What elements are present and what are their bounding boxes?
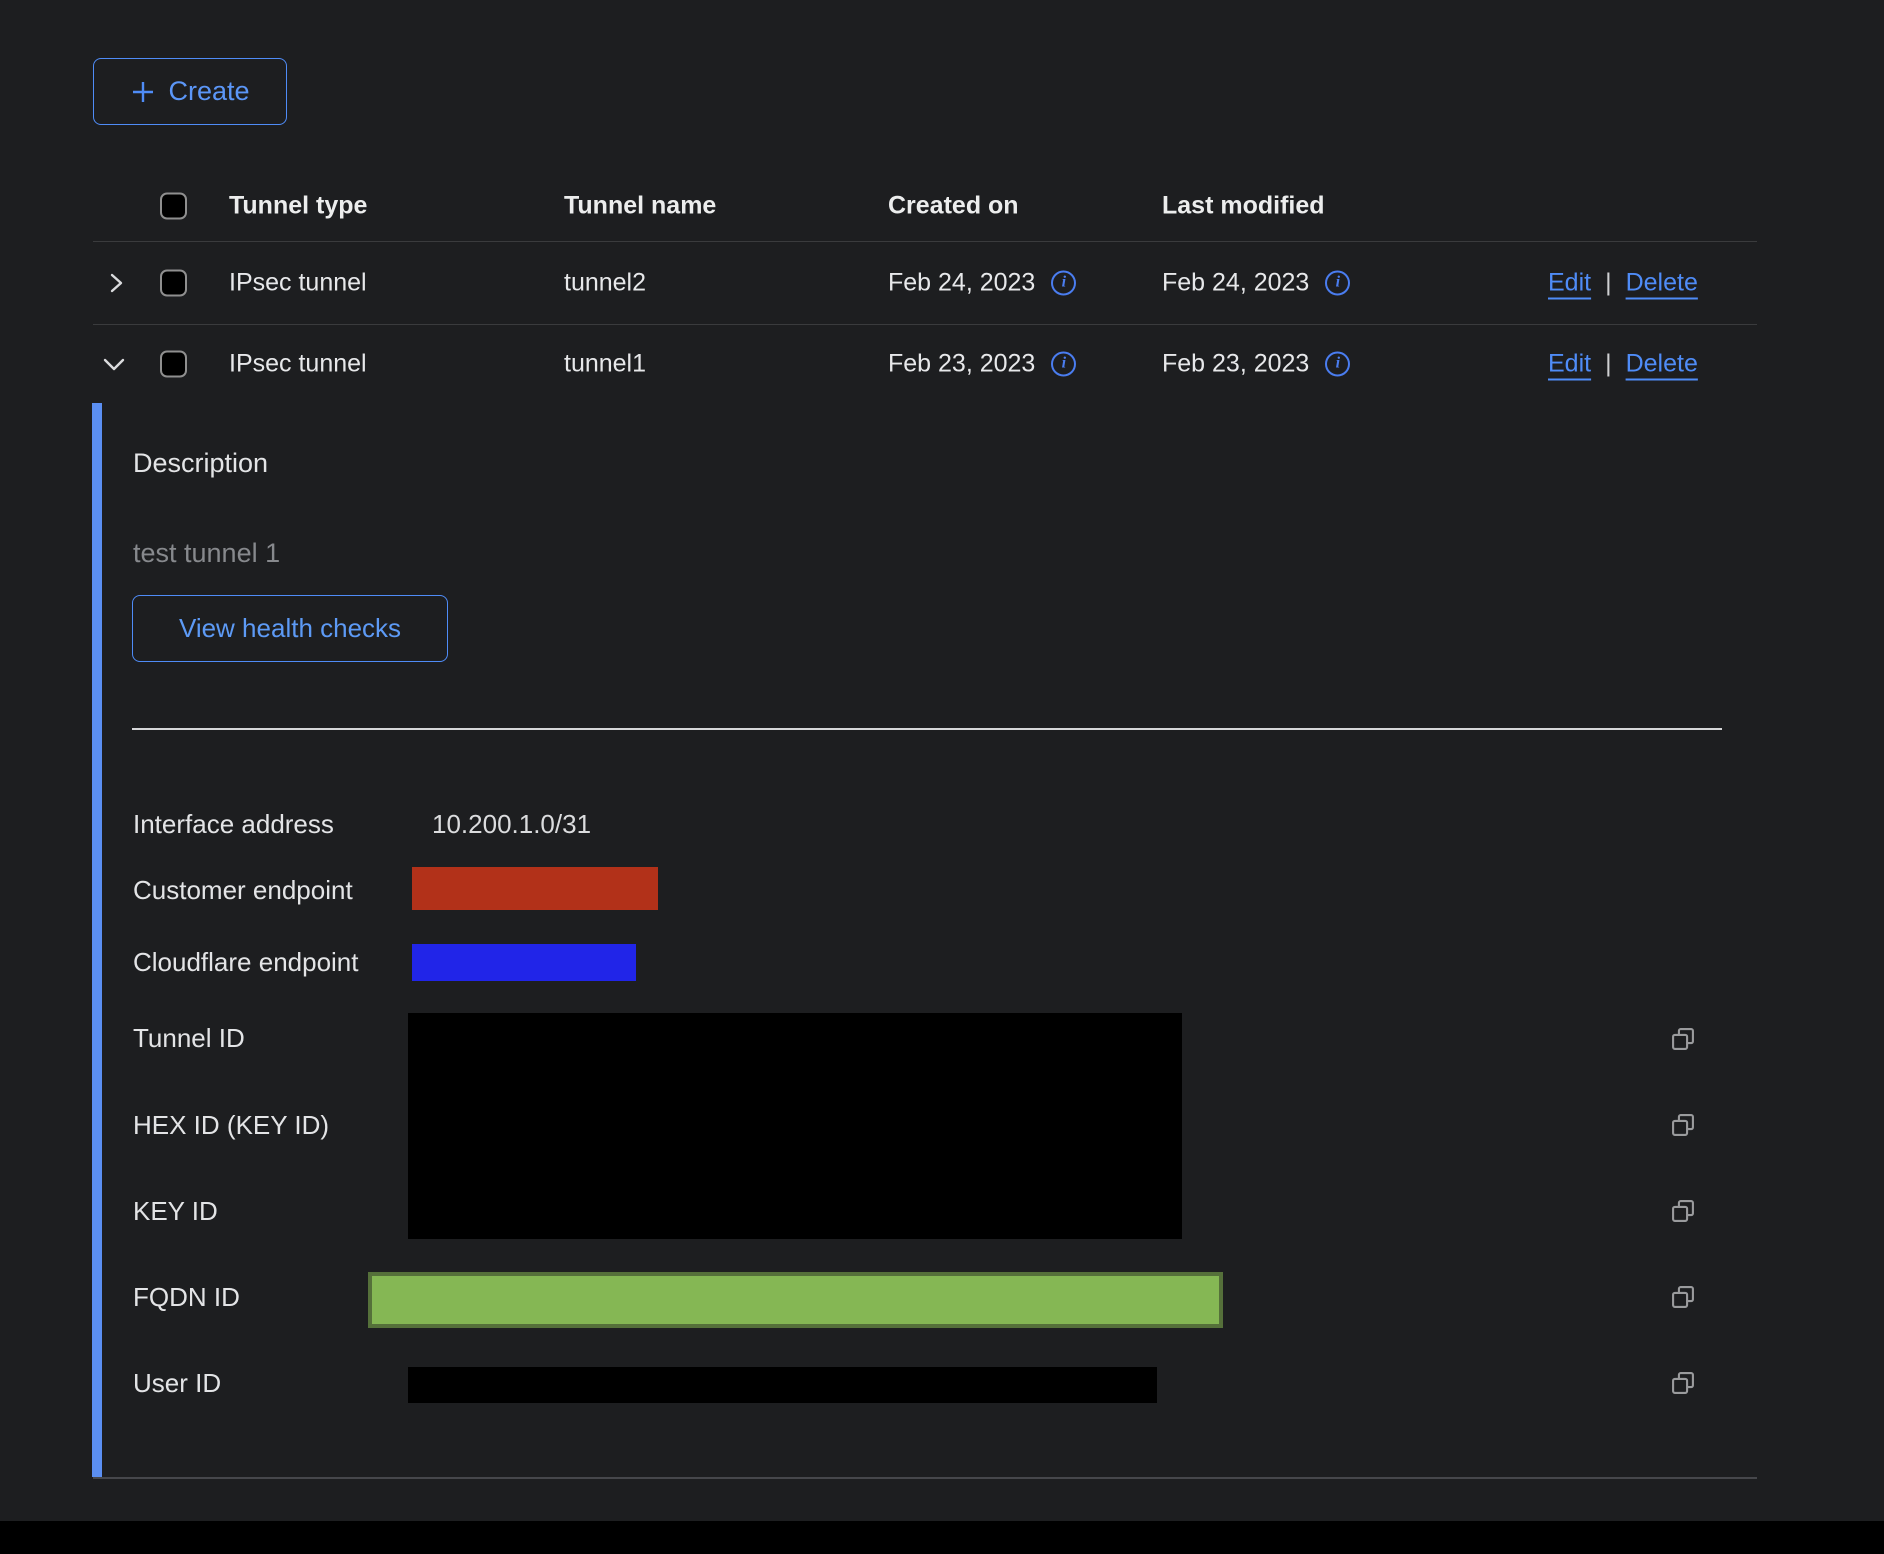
expanded-row-indicator-bar — [92, 403, 102, 1477]
copy-icon[interactable] — [1669, 1197, 1697, 1225]
column-header-tunnel-type: Tunnel type — [229, 191, 367, 220]
copy-icon[interactable] — [1669, 1111, 1697, 1139]
table-row: IPsec tunnel tunnel2 Feb 24, 2023 i Feb … — [0, 241, 1884, 324]
redacted-fqdn-id — [368, 1272, 1223, 1328]
field-label-interface-address: Interface address — [133, 808, 334, 840]
created-on-cell: Feb 23, 2023 i — [888, 349, 1076, 378]
field-label-tunnel-id: Tunnel ID — [133, 1022, 245, 1054]
last-modified-cell: Feb 24, 2023 i — [1162, 268, 1350, 297]
delete-link[interactable]: Delete — [1626, 268, 1698, 296]
tunnel-name-value: tunnel1 — [564, 349, 646, 378]
column-header-tunnel-name: Tunnel name — [564, 191, 716, 220]
row-actions: Edit | Delete — [1548, 268, 1698, 297]
actions-separator: | — [1605, 349, 1612, 377]
last-modified-value: Feb 23, 2023 — [1162, 349, 1309, 378]
create-button[interactable]: Create — [93, 58, 287, 125]
tunnel-name-value: tunnel2 — [564, 268, 646, 297]
info-icon[interactable]: i — [1325, 351, 1350, 376]
info-icon[interactable]: i — [1051, 270, 1076, 295]
field-label-user-id: User ID — [133, 1367, 221, 1399]
column-header-created-on: Created on — [888, 191, 1019, 220]
delete-link[interactable]: Delete — [1626, 349, 1698, 377]
redacted-tunnel-hex-key-ids — [408, 1013, 1182, 1239]
info-icon[interactable]: i — [1325, 270, 1350, 295]
copy-icon[interactable] — [1669, 1283, 1697, 1311]
expanded-section-bottom-divider — [93, 1477, 1757, 1479]
field-label-cloudflare-endpoint: Cloudflare endpoint — [133, 946, 359, 978]
field-label-hex-id: HEX ID (KEY ID) — [133, 1109, 329, 1141]
created-on-cell: Feb 24, 2023 i — [888, 268, 1076, 297]
field-label-fqdn-id: FQDN ID — [133, 1281, 240, 1313]
field-label-key-id: KEY ID — [133, 1195, 218, 1227]
row-actions: Edit | Delete — [1548, 349, 1698, 378]
column-header-last-modified: Last modified — [1162, 191, 1325, 220]
plus-icon — [130, 79, 156, 105]
created-on-value: Feb 23, 2023 — [888, 349, 1035, 378]
bottom-black-bar — [0, 1521, 1884, 1554]
table-header-row: Tunnel type Tunnel name Created on Last … — [0, 170, 1884, 241]
info-icon[interactable]: i — [1051, 351, 1076, 376]
tunnel-type-value: IPsec tunnel — [229, 349, 367, 378]
edit-link[interactable]: Edit — [1548, 268, 1591, 296]
created-on-value: Feb 24, 2023 — [888, 268, 1035, 297]
actions-separator: | — [1605, 268, 1612, 296]
description-label: Description — [133, 447, 268, 479]
copy-icon[interactable] — [1669, 1369, 1697, 1397]
row-checkbox[interactable] — [160, 350, 187, 377]
copy-icon[interactable] — [1669, 1025, 1697, 1053]
last-modified-value: Feb 24, 2023 — [1162, 268, 1309, 297]
field-label-customer-endpoint: Customer endpoint — [133, 874, 353, 906]
edit-link[interactable]: Edit — [1548, 349, 1591, 377]
redacted-customer-endpoint — [412, 867, 658, 910]
table-row: IPsec tunnel tunnel1 Feb 23, 2023 i Feb … — [0, 324, 1884, 403]
view-health-checks-button[interactable]: View health checks — [132, 595, 448, 662]
last-modified-cell: Feb 23, 2023 i — [1162, 349, 1350, 378]
create-button-label: Create — [168, 76, 249, 107]
chevron-down-icon[interactable] — [101, 352, 127, 376]
tunnel-type-value: IPsec tunnel — [229, 268, 367, 297]
chevron-right-icon[interactable] — [104, 271, 128, 295]
description-value: test tunnel 1 — [133, 538, 280, 569]
detail-divider — [132, 728, 1722, 730]
row-checkbox[interactable] — [160, 269, 187, 296]
field-value-interface-address: 10.200.1.0/31 — [432, 808, 591, 840]
redacted-cloudflare-endpoint — [412, 944, 636, 981]
select-all-checkbox[interactable] — [160, 192, 187, 219]
redacted-user-id — [408, 1367, 1157, 1403]
